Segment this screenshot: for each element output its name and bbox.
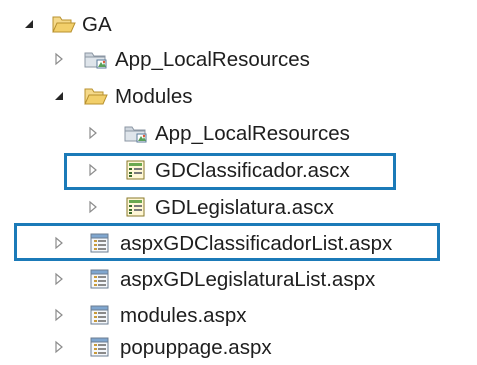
collapsed-arrow-icon[interactable] [52,340,66,354]
tree-item-modules-aspx[interactable]: modules.aspx [0,299,470,333]
tree-item-ga[interactable]: GA [0,8,470,42]
web-page-icon [88,336,112,358]
tree-item-label: GA [82,13,112,36]
collapsed-arrow-icon[interactable] [52,52,66,66]
tree-item-modules-app-localresources[interactable]: App_LocalResources [0,117,470,151]
tree-item-label: Modules [115,85,193,108]
tree-item-label: popuppage.aspx [120,336,272,359]
tree-item-label: App_LocalResources [115,48,310,71]
collapsed-arrow-icon[interactable] [86,126,100,140]
resource-folder-icon [84,48,108,70]
open-folder-icon [84,85,108,107]
collapsed-arrow-icon[interactable] [52,272,66,286]
tree-item-app-localresources[interactable]: App_LocalResources [0,43,470,77]
tree-item-label: GDLegislatura.ascx [155,196,334,219]
tree-item-popuppage-aspx[interactable]: popuppage.aspx [0,331,470,365]
expanded-arrow-icon[interactable] [52,89,66,103]
tree-item-aspxgdlegislaturalist-aspx[interactable]: aspxGDLegislaturaList.aspx [0,263,470,297]
collapsed-arrow-icon[interactable] [52,308,66,322]
web-page-icon [88,268,112,290]
tree-item-modules[interactable]: Modules [0,80,470,114]
open-folder-icon [52,13,76,35]
web-page-icon [88,304,112,326]
highlight-box-aspxgdclassificadorlist [14,223,440,261]
collapsed-arrow-icon[interactable] [86,200,100,214]
user-control-icon [124,196,148,218]
expanded-arrow-icon[interactable] [22,17,36,31]
tree-item-gdlegislatura-ascx[interactable]: GDLegislatura.ascx [0,191,470,225]
tree-item-label: App_LocalResources [155,122,350,145]
resource-folder-icon [124,122,148,144]
tree-item-label: aspxGDLegislaturaList.aspx [120,268,376,291]
highlight-box-gdclassificador [64,153,396,190]
solution-explorer-tree: GA App_LocalResources Modules App_LocalR… [0,0,477,365]
tree-item-label: modules.aspx [120,304,247,327]
